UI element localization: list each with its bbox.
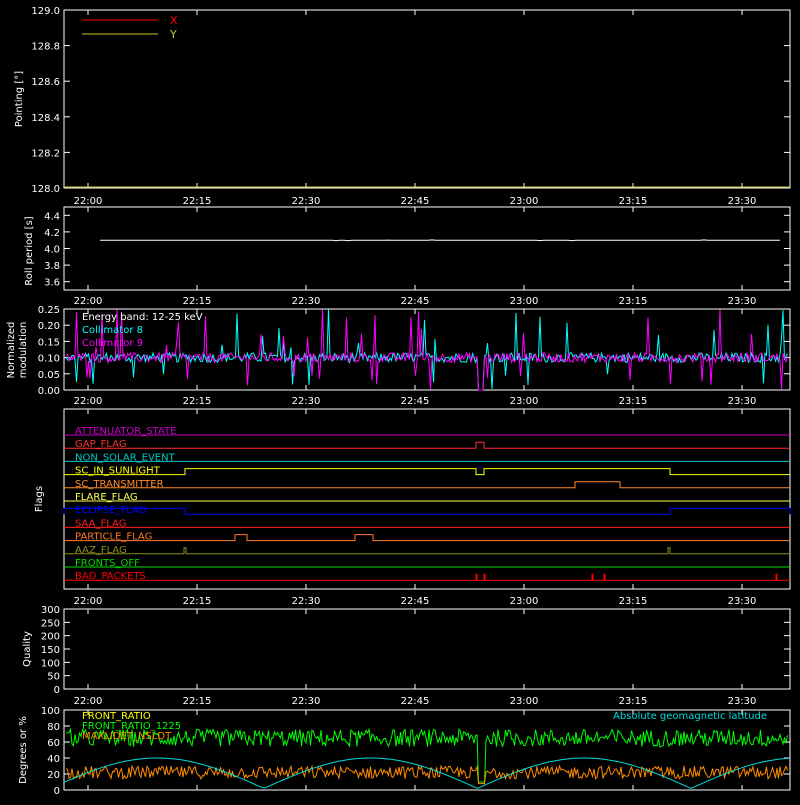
modulation-x-tick-label: 22:30 [292,396,321,407]
modulation-x-tick-label: 23:15 [619,396,648,407]
modulation-x-tick-label: 23:30 [728,396,757,407]
flags-x-tick-label: 23:30 [728,596,757,607]
roll-period-y-axis-label: Roll period [s] [24,216,35,285]
roll-period-y-tick-label: 3.8 [44,261,60,272]
modulation-y-tick-label: 0.20 [38,321,60,332]
pointing-y-tick-label: 128.0 [31,184,60,195]
quality-x-tick-label: 22:45 [401,696,430,707]
chart-figure: 128.0 128.2 128.4 128.6 128.8 129.0 22:00 22:1… [0,0,800,800]
modulation-y-axis-label-line2: modulation [18,322,29,379]
pointing-x-tick-label: 22:30 [292,196,321,207]
pointing-y-tick-label: 129.0 [31,6,60,17]
roll-period-y-tick-label: 4.2 [44,228,60,239]
quality-x-tick-label: 22:30 [292,696,321,707]
flags-x-tick-label: 23:00 [510,596,539,607]
pointing-x-tick-label: 22:15 [183,196,212,207]
quality-x-tick-label: 23:15 [619,696,648,707]
quality-y-tick-label: 300 [41,605,60,616]
flag-label: ECLIPSE_FLAG [75,505,146,516]
quality-y-tick-label: 200 [41,632,60,643]
flags-x-tick-label: 22:15 [183,596,212,607]
quality-x-tick-label: 23:00 [510,696,539,707]
ratio-y-axis-label: Degrees or % [18,716,29,784]
roll-period-series-line [100,239,780,242]
roll-period-y-tick-label: 3.6 [44,278,60,289]
ratio-y-tick-label: 0 [54,786,60,797]
flags-x-tick-label: 22:00 [74,596,103,607]
pointing-x-tick-label: 22:45 [401,196,430,207]
roll-period-x-tick-label: 22:15 [183,296,212,307]
pointing-y-axis-label: Pointing [°] [14,71,25,127]
energy-band-annotation: Energy band: 12-25 keV [82,312,203,323]
quality-x-tick-label: 22:15 [183,696,212,707]
modulation-y-axis-label-line1: Normalized [6,322,17,379]
pointing-y-tick-label: 128.6 [31,77,60,88]
legend-maxlidet: MAXLIDET_NSLDT [82,731,172,742]
roll-period-y-tick-label: 4.4 [44,211,60,222]
roll-period-x-tick-label: 22:30 [292,296,321,307]
modulation-y-tick-label: 0.05 [38,370,60,381]
modulation-y-tick-label: 0.15 [38,337,60,348]
flags-x-tick-label: 22:30 [292,596,321,607]
roll-period-x-tick-label: 23:30 [728,296,757,307]
pointing-x-tick-label: 22:00 [74,196,103,207]
modulation-x-tick-label: 22:15 [183,396,212,407]
flags-x-tick-label: 23:15 [619,596,648,607]
roll-period-x-tick-label: 23:00 [510,296,539,307]
legend-geomagnetic-latitude: Absolute geomagnetic latitude [613,711,767,722]
ratio-y-tick-label: 60 [47,738,60,749]
quality-y-tick-label: 0 [54,685,60,696]
roll-period-x-tick-label: 22:00 [74,296,103,307]
pointing-x-tick-label: 23:00 [510,196,539,207]
modulation-y-tick-label: 0.25 [38,305,60,316]
legend-collimator-8: Collimator 8 [82,325,143,336]
legend-x-label: X [170,14,178,27]
modulation-x-tick-label: 22:45 [401,396,430,407]
pointing-x-tick-label: 23:15 [619,196,648,207]
legend-y-label: Y [169,28,177,41]
pointing-y-tick-label: 128.4 [31,113,60,124]
quality-y-axis-label: Quality [22,631,33,667]
ratio-y-tick-label: 80 [47,722,60,733]
pointing-y-tick-label: 128.2 [31,148,60,159]
roll-period-x-tick-label: 22:45 [401,296,430,307]
quality-y-tick-label: 250 [41,618,60,629]
quality-y-tick-label: 100 [41,658,60,669]
quality-y-tick-label: 150 [41,645,60,656]
quality-x-tick-label: 22:00 [74,696,103,707]
quality-x-tick-label: 23:30 [728,696,757,707]
modulation-x-tick-label: 22:00 [74,396,103,407]
quality-y-tick-label: 50 [47,672,60,683]
flags-x-tick-label: 22:45 [401,596,430,607]
ratio-y-tick-label: 20 [47,770,60,781]
flags-y-axis-label: Flags [34,486,45,512]
roll-period-x-tick-label: 23:15 [619,296,648,307]
modulation-x-tick-label: 23:00 [510,396,539,407]
roll-period-y-tick-label: 4.0 [44,245,60,256]
modulation-y-tick-label: 0.00 [38,386,60,397]
ratio-y-tick-label: 40 [47,754,60,765]
legend-collimator-9: Collimator 9 [82,338,143,349]
chart-svg: 128.0 128.2 128.4 128.6 128.8 129.0 22:00 22:1… [0,0,800,800]
pointing-y-tick-label: 128.8 [31,42,60,53]
modulation-y-tick-label: 0.10 [38,354,60,365]
pointing-x-tick-label: 23:30 [728,196,757,207]
ratio-y-tick-label: 100 [41,706,60,717]
